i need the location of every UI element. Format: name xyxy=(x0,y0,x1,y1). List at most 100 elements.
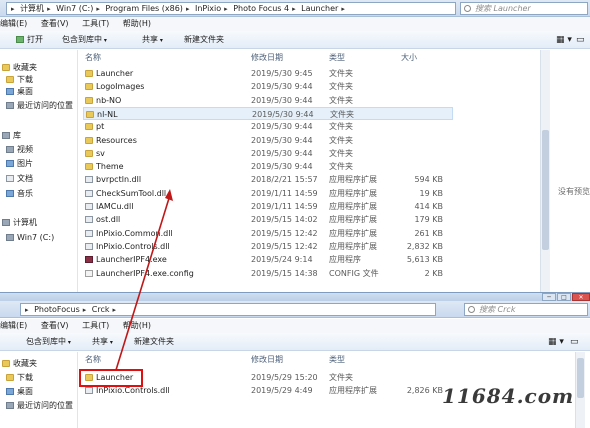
nav-pictures[interactable]: 图片 xyxy=(6,158,33,170)
breadcrumb[interactable]: ▸ 计算机 ▸ Win7 (C:) ▸ Program Files (x86) ▸ I… xyxy=(6,2,456,15)
scrollbar-thumb[interactable] xyxy=(542,130,549,250)
include-in-library-button[interactable]: 包含到库中 xyxy=(62,31,107,50)
dll-icon xyxy=(85,189,93,197)
include-in-library-button[interactable]: 包含到库中 xyxy=(26,333,71,352)
nav-favorites[interactable]: 收藏夹 xyxy=(2,62,37,74)
folder-row[interactable]: nb-NO 2019/5/30 9:44 文件夹 xyxy=(83,94,453,107)
nav-recent[interactable]: 最近访问的位置 xyxy=(6,100,73,112)
file-size: 2 KB xyxy=(424,268,443,278)
menu-tools[interactable]: 工具(T) xyxy=(82,321,109,330)
nav-label: 最近访问的位置 xyxy=(17,401,73,410)
nav-computer[interactable]: 计算机 xyxy=(2,217,37,229)
menu-tools[interactable]: 工具(T) xyxy=(82,19,109,28)
folder-row[interactable]: Theme 2019/5/30 9:44 文件夹 xyxy=(83,160,453,173)
maximize-icon[interactable]: □ xyxy=(557,293,571,301)
folder-row[interactable]: Launcher 2019/5/30 9:45 文件夹 xyxy=(83,67,453,80)
library-icon xyxy=(2,132,10,139)
breadcrumb-item[interactable]: Program Files (x86) xyxy=(105,4,183,13)
file-row[interactable]: ost.dll 2019/5/15 14:02 应用程序扩展 179 KB xyxy=(83,213,453,226)
breadcrumb-item[interactable]: Photo Focus 4 xyxy=(233,4,289,13)
menu-edit[interactable]: 编辑(E) xyxy=(0,19,27,28)
file-row[interactable]: InPixio.Controls.dll 2019/5/15 12:42 应用程序扩… xyxy=(83,240,453,253)
folder-row[interactable]: sv 2019/5/30 9:44 文件夹 xyxy=(83,147,453,160)
file-list: 名称 修改日期 类型 大小 Launcher 2019/5/30 9:45 文件夹 L… xyxy=(83,50,458,300)
open-button[interactable]: 打开 xyxy=(16,31,43,49)
breadcrumb[interactable]: ▸ PhotoFocus ▸ Crck ▸ xyxy=(20,303,436,316)
breadcrumb-separator-icon[interactable]: ▸ xyxy=(96,5,100,13)
nav-drive-c[interactable]: Win7 (C:) xyxy=(6,232,54,244)
breadcrumb-item[interactable]: Launcher xyxy=(301,4,338,13)
breadcrumb-item[interactable]: PhotoFocus xyxy=(34,305,80,314)
breadcrumb-separator-icon[interactable]: ▸ xyxy=(224,5,228,13)
column-header-date[interactable]: 修改日期 xyxy=(251,354,283,366)
breadcrumb-item[interactable]: 计算机 xyxy=(20,4,44,13)
nav-videos[interactable]: 视频 xyxy=(6,144,33,156)
file-row[interactable]: CheckSumTool.dll 2019/1/11 14:59 应用程序扩展 19 … xyxy=(83,187,453,200)
scrollbar[interactable] xyxy=(540,50,550,292)
breadcrumb-item[interactable]: Win7 (C:) xyxy=(56,4,93,13)
breadcrumb-root-arrow-icon[interactable]: ▸ xyxy=(11,5,15,13)
file-name: sv xyxy=(85,147,245,160)
file-row[interactable]: LauncherIPF4.exe.config 2019/5/15 14:38 CO… xyxy=(83,267,453,280)
column-header-name[interactable]: 名称 xyxy=(85,52,101,64)
menu-edit[interactable]: 编辑(E) xyxy=(0,321,27,330)
nav-desktop[interactable]: 桌面 xyxy=(6,86,33,98)
nav-libraries[interactable]: 库 xyxy=(2,130,21,142)
new-folder-button[interactable]: 新建文件夹 xyxy=(184,31,224,49)
menu-help[interactable]: 帮助(H) xyxy=(123,19,151,28)
nav-music[interactable]: 音乐 xyxy=(6,188,33,200)
breadcrumb-separator-icon[interactable]: ▸ xyxy=(186,5,190,13)
minimize-icon[interactable]: ─ xyxy=(542,293,556,301)
share-button[interactable]: 共享 xyxy=(92,333,113,352)
breadcrumb-separator-icon[interactable]: ▸ xyxy=(113,306,117,314)
scrollbar[interactable] xyxy=(575,352,585,428)
view-options-icon[interactable]: ▦ ▾ xyxy=(556,31,572,49)
view-options-icon[interactable]: ▦ ▾ xyxy=(548,333,564,351)
file-name-label: InPixio.Common.dll xyxy=(96,228,173,238)
file-row[interactable]: IAMCu.dll 2019/1/11 14:59 应用程序扩展 414 KB xyxy=(83,200,453,213)
scrollbar-thumb[interactable] xyxy=(577,358,584,398)
preview-pane-icon[interactable]: ▭ xyxy=(570,333,579,351)
search-input[interactable]: 搜索 Launcher xyxy=(460,2,588,15)
breadcrumb-separator-icon[interactable]: ▸ xyxy=(341,5,345,13)
nav-favorites[interactable]: 收藏夹 xyxy=(2,358,37,370)
nav-documents[interactable]: 文档 xyxy=(6,173,33,185)
column-header-type[interactable]: 类型 xyxy=(329,52,345,64)
menu-view[interactable]: 查看(V) xyxy=(41,19,69,28)
column-header-type[interactable]: 类型 xyxy=(329,354,345,366)
desktop-icon xyxy=(6,388,14,395)
file-row[interactable]: bvrpctln.dll 2018/2/21 15:57 应用程序扩展 594 KB xyxy=(83,173,453,186)
folder-row[interactable]: nl-NL 2019/5/30 9:44 文件夹 xyxy=(83,106,453,120)
folder-row[interactable]: LogoImages 2019/5/30 9:44 文件夹 xyxy=(83,80,453,93)
file-type: 应用程序扩展 xyxy=(329,202,377,211)
folder-row[interactable]: Resources 2019/5/30 9:44 文件夹 xyxy=(83,134,453,147)
file-type: 应用程序 xyxy=(329,255,361,265)
menu-view[interactable]: 查看(V) xyxy=(41,321,69,330)
breadcrumb-separator-icon[interactable]: ▸ xyxy=(83,306,87,314)
breadcrumb-separator-icon[interactable]: ▸ xyxy=(292,5,296,13)
column-header-name[interactable]: 名称 xyxy=(85,354,101,366)
share-button[interactable]: 共享 xyxy=(142,31,163,50)
breadcrumb-item[interactable]: Crck xyxy=(92,305,110,314)
nav-desktop[interactable]: 桌面 xyxy=(6,386,33,398)
folder-row[interactable]: pt 2019/5/30 9:44 文件夹 xyxy=(83,120,453,133)
search-placeholder: 搜索 Launcher xyxy=(475,4,531,13)
nav-recent[interactable]: 最近访问的位置 xyxy=(6,400,73,412)
file-row[interactable]: InPixio.Common.dll 2019/5/15 12:42 应用程序扩展 2… xyxy=(83,227,453,240)
navigation-pane: 收藏夹 下载 桌面 最近访问的位置 xyxy=(0,352,78,428)
file-date: 2019/5/24 9:14 xyxy=(251,255,313,265)
breadcrumb-item[interactable]: InPixio xyxy=(195,4,221,13)
column-header-date[interactable]: 修改日期 xyxy=(251,52,283,64)
file-date: 2019/5/30 9:45 xyxy=(251,69,313,78)
new-folder-button[interactable]: 新建文件夹 xyxy=(134,333,174,351)
nav-downloads[interactable]: 下载 xyxy=(6,74,33,86)
column-header-size[interactable]: 大小 xyxy=(401,52,417,64)
preview-pane-icon[interactable]: ▭ xyxy=(576,31,585,49)
breadcrumb-separator-icon[interactable]: ▸ xyxy=(47,5,51,13)
file-row[interactable]: LauncherIPF4.exe 2019/5/24 9:14 应用程序 5,613 … xyxy=(83,253,453,266)
close-icon[interactable]: ✕ xyxy=(572,293,590,301)
nav-downloads[interactable]: 下载 xyxy=(6,372,33,384)
menu-help[interactable]: 帮助(H) xyxy=(123,321,151,330)
breadcrumb-root-arrow-icon[interactable]: ▸ xyxy=(25,306,29,314)
search-input[interactable]: 搜索 Crck xyxy=(464,303,588,316)
